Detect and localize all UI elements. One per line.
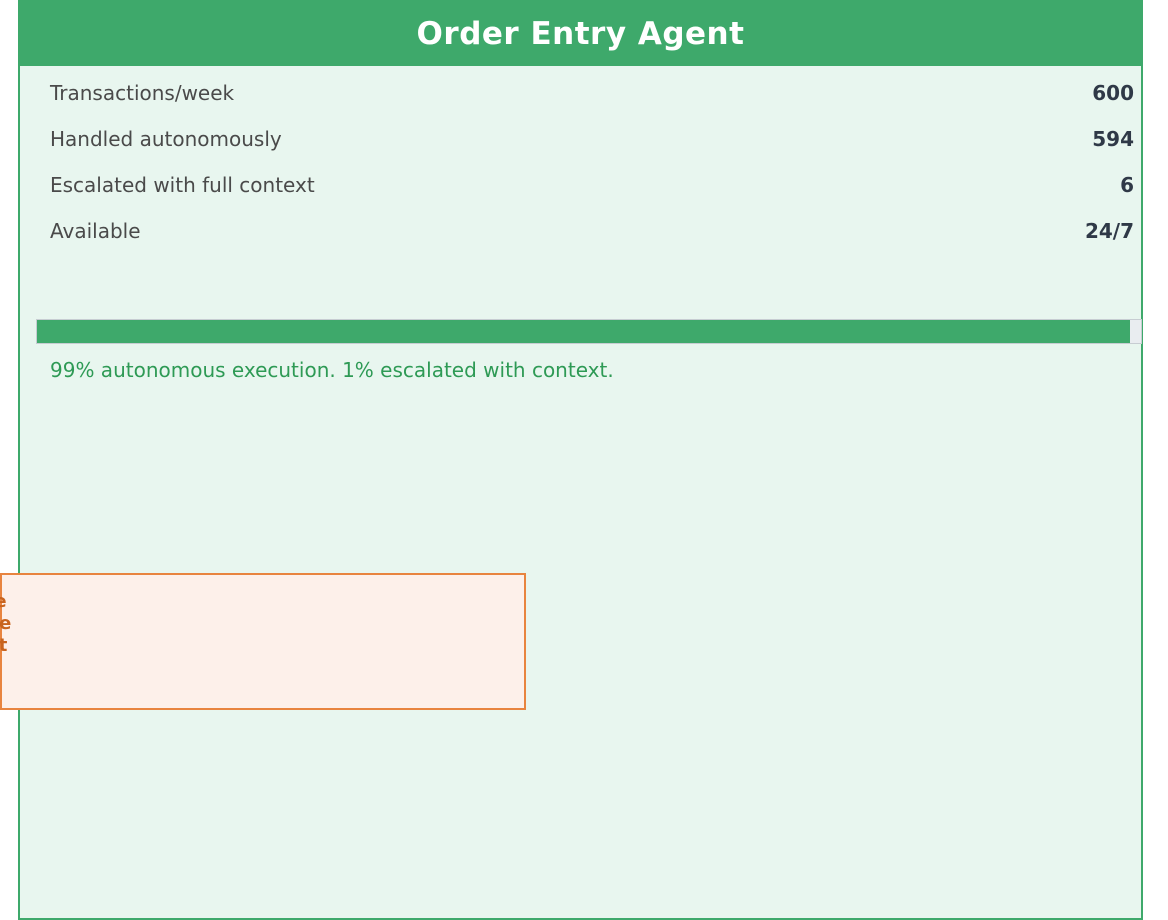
agent-panel: Order Entry Agent Transactions/week 600 …	[18, 0, 1143, 920]
stat-row-escalated: Escalated with full context 6	[50, 170, 1134, 200]
stat-label: Available	[50, 219, 141, 243]
stat-row-available: Available 24/7	[50, 216, 1134, 246]
stat-label: Transactions/week	[50, 81, 235, 105]
stat-row-handled: Handled autonomously 594	[50, 124, 1134, 154]
progress-fill	[37, 320, 1130, 343]
autonomy-progress-bar	[36, 319, 1142, 344]
panel-title: Order Entry Agent	[20, 2, 1141, 66]
stat-value: 594	[1092, 127, 1134, 151]
stat-value: 6	[1120, 173, 1134, 197]
stat-value: 600	[1092, 81, 1134, 105]
stat-label: Escalated with full context	[50, 173, 315, 197]
callout-text: ould on be th the u just ack?	[0, 591, 12, 656]
stat-row-transactions: Transactions/week 600	[50, 78, 1134, 108]
callout-box: ould on be th the u just ack?	[0, 573, 526, 710]
stat-label: Handled autonomously	[50, 127, 282, 151]
stat-value: 24/7	[1084, 219, 1134, 243]
progress-caption: 99% autonomous execution. 1% escalated w…	[50, 358, 614, 382]
